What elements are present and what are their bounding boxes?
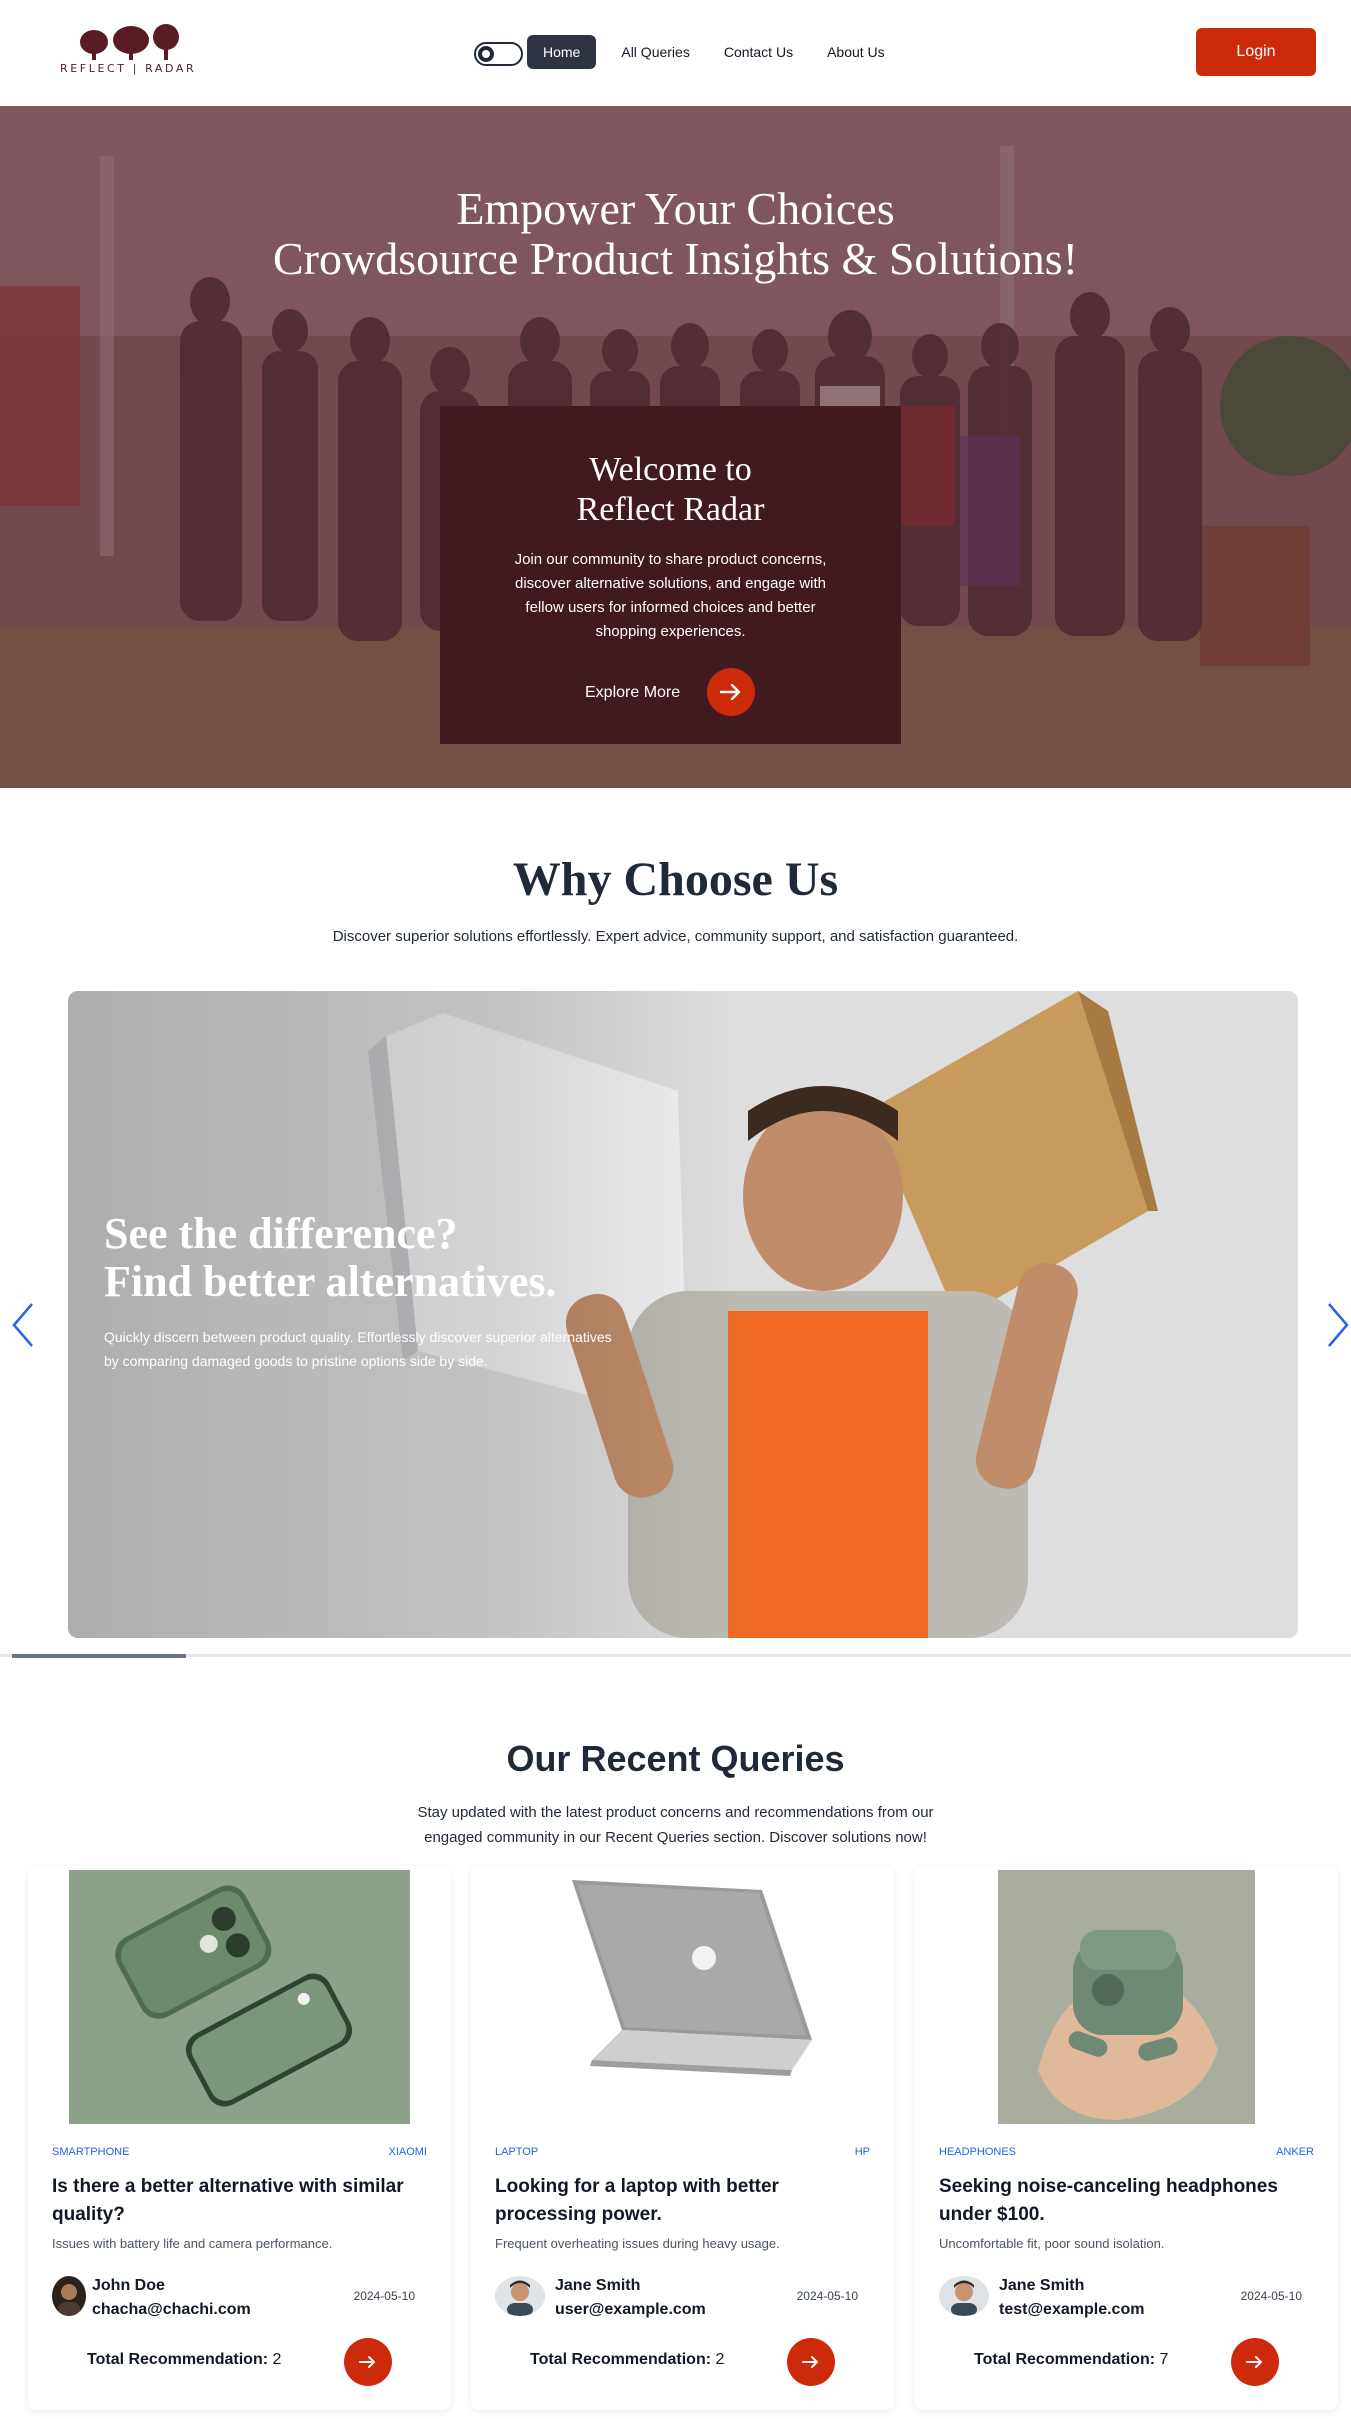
why-choose-us-title: Why Choose Us: [512, 853, 839, 906]
nav-links: Home All Queries Contact Us About Us: [527, 35, 894, 69]
total-recommendation: Total Recommendation: 2: [87, 2351, 282, 2368]
arrow-right-icon: [802, 2356, 818, 2368]
welcome-text: Join our community to share product conc…: [514, 551, 827, 640]
query-user: Jane Smith user@example.com: [555, 2274, 706, 2322]
hero-banner: Empower Your Choices Crowdsource Product…: [0, 106, 1351, 788]
hero-title: Empower Your Choices Crowdsource Product…: [273, 183, 1078, 284]
query-card[interactable]: LAPTOP HP Looking for a laptop with bett…: [471, 1866, 894, 2410]
user-email: chacha@chachi.com: [92, 2301, 251, 2318]
user-avatar-icon: [52, 2276, 86, 2316]
user-avatar-icon: [495, 2276, 545, 2316]
query-user: Jane Smith test@example.com: [999, 2274, 1144, 2322]
query-date: 2024-05-10: [353, 2289, 415, 2303]
recent-queries-title: Our Recent Queries: [506, 1738, 845, 1779]
total-count: 2: [272, 2351, 282, 2368]
query-brand: ANKER: [1276, 2146, 1314, 2158]
carousel-prev-arrow-icon[interactable]: [8, 1300, 38, 1350]
explore-more-label[interactable]: Explore More: [585, 684, 680, 702]
total-recommendation: Total Recommendation: 7: [974, 2351, 1169, 2368]
avatar: [52, 2276, 86, 2316]
carousel-next-arrow-icon[interactable]: [1323, 1300, 1351, 1350]
query-category: LAPTOP: [495, 2146, 539, 2158]
query-title[interactable]: Seeking noise-canceling headphones under…: [939, 2173, 1319, 2229]
user-name: Jane Smith: [555, 2277, 641, 2294]
slide-title: See the difference? Find better alternat…: [104, 1209, 557, 1306]
query-description: Uncomfortable fit, poor sound isolation.: [939, 2236, 1165, 2251]
query-brand: XIAOMI: [388, 2146, 427, 2158]
why-choose-us-subtitle: Discover superior solutions effortlessly…: [332, 928, 1019, 945]
toggle-knob-icon: [478, 46, 494, 62]
welcome-title: Welcome to Reflect Radar: [576, 451, 765, 528]
query-title[interactable]: Is there a better alternative with simil…: [52, 2173, 432, 2229]
view-query-button[interactable]: [1231, 2338, 1279, 2386]
total-recommendation: Total Recommendation: 2: [530, 2351, 725, 2368]
login-button[interactable]: Login: [1196, 28, 1316, 76]
user-email: user@example.com: [555, 2301, 706, 2318]
query-brand: HP: [854, 2146, 870, 2158]
user-avatar-icon: [939, 2276, 989, 2316]
query-date: 2024-05-10: [1240, 2289, 1302, 2303]
carousel-progress-fill: [12, 1654, 186, 1658]
arrow-right-icon: [359, 2356, 375, 2368]
query-category: SMARTPHONE: [52, 2146, 130, 2158]
query-title[interactable]: Looking for a laptop with better process…: [495, 2173, 875, 2229]
avatar: [495, 2276, 545, 2316]
explore-more[interactable]: Explore More: [440, 668, 901, 718]
theme-toggle[interactable]: [474, 42, 523, 66]
view-query-button[interactable]: [344, 2338, 392, 2386]
query-card-image: [69, 1870, 410, 2124]
welcome-card: Welcome to Reflect Radar Join our commun…: [440, 406, 901, 744]
user-name: John Doe: [92, 2277, 165, 2294]
slide-text: Quickly discern between product quality.…: [104, 1329, 612, 1369]
nav-contact-us[interactable]: Contact Us: [715, 35, 802, 69]
arrow-right-icon: [720, 684, 741, 700]
logo[interactable]: REFLECT | RADAR: [60, 22, 205, 82]
query-description: Frequent overheating issues during heavy…: [495, 2236, 780, 2251]
nav-home[interactable]: Home: [527, 35, 597, 69]
arrow-right-icon: [1246, 2356, 1262, 2368]
smartphone-photo: [69, 1870, 410, 2124]
query-category: HEADPHONES: [939, 2146, 1017, 2158]
query-card[interactable]: HEADPHONES ANKER Seeking noise-canceling…: [915, 1866, 1338, 2410]
query-description: Issues with battery life and camera perf…: [52, 2236, 333, 2251]
query-user: John Doe chacha@chachi.com: [92, 2274, 251, 2322]
recent-queries-subtitle: Stay updated with the latest product con…: [417, 1804, 934, 1846]
avatar: [939, 2276, 989, 2316]
query-card-image: [512, 1870, 853, 2124]
user-email: test@example.com: [999, 2301, 1145, 2318]
carousel-progress-track: [0, 1654, 1351, 1657]
query-date: 2024-05-10: [796, 2289, 858, 2303]
nav-all-queries[interactable]: All Queries: [612, 35, 698, 69]
query-card[interactable]: SMARTPHONE XIAOMI Is there a better alte…: [28, 1866, 451, 2410]
view-query-button[interactable]: [787, 2338, 835, 2386]
nav-about-us[interactable]: About Us: [818, 35, 894, 69]
carousel-slide: See the difference? Find better alternat…: [68, 991, 1298, 1638]
total-count: 7: [1159, 2351, 1169, 2368]
headphones-photo: [998, 1870, 1255, 2124]
explore-more-button[interactable]: [707, 668, 755, 716]
total-count: 2: [715, 2351, 725, 2368]
user-name: Jane Smith: [999, 2277, 1085, 2294]
logo-text: REFLECT | RADAR: [60, 62, 197, 75]
trees-logo-icon: [80, 24, 179, 60]
top-nav: REFLECT | RADAR Home All Queries Contact…: [0, 0, 1351, 106]
laptop-photo: [512, 1870, 853, 2124]
query-card-image: [998, 1870, 1255, 2124]
